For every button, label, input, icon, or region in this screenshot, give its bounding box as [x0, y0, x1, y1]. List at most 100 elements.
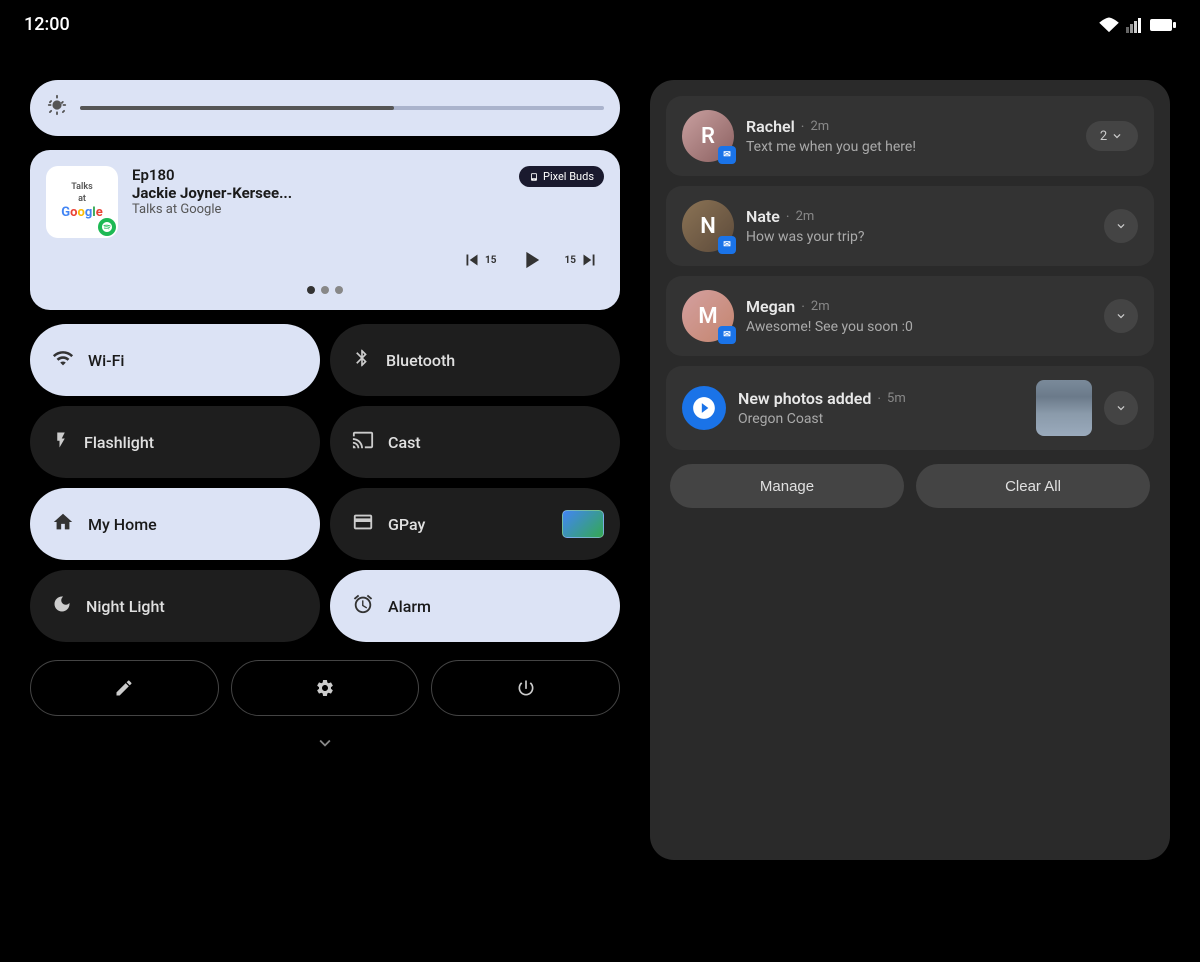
status-bar: 12:00: [0, 0, 1200, 43]
media-info: Ep180 Jackie Joyner-Kersee... Talks at G…: [132, 166, 505, 217]
notif-message-nate: How was your trip?: [746, 229, 1092, 245]
notifications-footer: Manage Clear All: [666, 464, 1154, 508]
cast-icon: [352, 429, 374, 456]
skip-forward-button[interactable]: 15: [565, 249, 600, 271]
photos-app-icon: [682, 386, 726, 430]
home-icon: [52, 511, 74, 538]
expand-photos-button[interactable]: [1104, 391, 1138, 425]
media-episode: Ep180: [132, 166, 505, 184]
notification-photos[interactable]: New photos added · 5m Oregon Coast: [666, 366, 1154, 450]
notif-name-rachel: Rachel: [746, 117, 795, 136]
main-container: Talksat Google Ep180 Jackie Joyner-Kerse…: [0, 60, 1200, 962]
gpay-icon: [352, 511, 374, 538]
expand-nate-button[interactable]: [1104, 209, 1138, 243]
alarm-icon: [352, 593, 374, 620]
gpay-card-visual: [562, 510, 604, 538]
notification-nate[interactable]: N ✉ Nate · 2m How was your trip?: [666, 186, 1154, 266]
nightlight-icon: [52, 593, 72, 620]
dot-3: [335, 286, 343, 294]
status-icons: [1098, 17, 1176, 33]
brightness-slider-row[interactable]: [30, 80, 620, 136]
alarm-label: Alarm: [388, 597, 431, 616]
device-label: Pixel Buds: [543, 170, 594, 183]
dot-1: [307, 286, 315, 294]
notif-name-nate: Nate: [746, 207, 780, 226]
quick-settings-panel: Talksat Google Ep180 Jackie Joyner-Kerse…: [30, 80, 620, 942]
notif-content-megan: Megan · 2m Awesome! See you soon :0: [746, 297, 1092, 335]
photo-waves-visual: [1036, 380, 1092, 436]
nightlight-label: Night Light: [86, 597, 165, 616]
avatar-megan: M ✉: [682, 290, 734, 342]
wifi-label: Wi-Fi: [88, 351, 125, 370]
tile-flashlight[interactable]: Flashlight: [30, 406, 320, 478]
expand-rachel-button[interactable]: 2: [1086, 121, 1138, 151]
brightness-icon: [46, 94, 68, 122]
status-time: 12:00: [24, 14, 70, 35]
play-pause-button[interactable]: [517, 246, 545, 274]
media-card[interactable]: Talksat Google Ep180 Jackie Joyner-Kerse…: [30, 150, 620, 310]
tile-nightlight[interactable]: Night Light: [30, 570, 320, 642]
settings-button[interactable]: [231, 660, 420, 716]
media-album-art: Talksat Google: [46, 166, 118, 238]
notif-time-megan: 2m: [811, 299, 830, 314]
gpay-label: GPay: [388, 515, 425, 534]
power-button[interactable]: [431, 660, 620, 716]
cast-label: Cast: [388, 433, 421, 452]
flashlight-label: Flashlight: [84, 433, 154, 452]
notif-header-megan: Megan · 2m: [746, 297, 1092, 316]
tile-cast[interactable]: Cast: [330, 406, 620, 478]
flashlight-icon: [52, 429, 70, 456]
bluetooth-icon: [352, 347, 372, 374]
tile-myhome[interactable]: My Home: [30, 488, 320, 560]
media-title: Jackie Joyner-Kersee...: [132, 184, 505, 202]
media-show: Talks at Google: [132, 202, 505, 217]
expand-megan-button[interactable]: [1104, 299, 1138, 333]
notif-time-nate: 2m: [796, 209, 815, 224]
tiles-grid: Wi-Fi Bluetooth Flashlight: [30, 324, 620, 642]
myhome-label: My Home: [88, 515, 157, 534]
manage-button[interactable]: Manage: [670, 464, 904, 508]
avatar-rachel: R ✉: [682, 110, 734, 162]
notif-content-rachel: Rachel · 2m Text me when you get here!: [746, 117, 1074, 155]
message-badge-nate: ✉: [718, 236, 736, 254]
brightness-track[interactable]: [80, 106, 604, 110]
notif-message-rachel: Text me when you get here!: [746, 139, 1074, 155]
notification-rachel[interactable]: R ✉ Rachel · 2m Text me when you get her…: [666, 96, 1154, 176]
photos-time: 5m: [887, 391, 906, 406]
notif-message-megan: Awesome! See you soon :0: [746, 319, 1092, 335]
skip-back-button[interactable]: 15: [461, 249, 496, 271]
tile-bluetooth[interactable]: Bluetooth: [330, 324, 620, 396]
spotify-badge: [98, 218, 116, 236]
bluetooth-label: Bluetooth: [386, 351, 455, 370]
notif-time-rachel: 2m: [810, 119, 829, 134]
notification-megan[interactable]: M ✉ Megan · 2m Awesome! See you soon :0: [666, 276, 1154, 356]
notif-header-rachel: Rachel · 2m: [746, 117, 1074, 136]
avatar-nate: N ✉: [682, 200, 734, 252]
brightness-fill: [80, 106, 394, 110]
photos-thumbnail: [1036, 380, 1092, 436]
media-device-badge[interactable]: Pixel Buds: [519, 166, 604, 187]
media-top: Talksat Google Ep180 Jackie Joyner-Kerse…: [46, 166, 604, 238]
notif-header-photos: New photos added · 5m: [738, 389, 1024, 408]
notif-name-megan: Megan: [746, 297, 795, 316]
expand-chevron[interactable]: [30, 732, 620, 759]
message-badge-rachel: ✉: [718, 146, 736, 164]
notif-content-nate: Nate · 2m How was your trip?: [746, 207, 1092, 245]
photos-title: New photos added: [738, 389, 871, 408]
edit-button[interactable]: [30, 660, 219, 716]
bottom-actions: [30, 660, 620, 716]
media-page-dots: [46, 286, 604, 294]
tile-wifi[interactable]: Wi-Fi: [30, 324, 320, 396]
battery-icon: [1150, 17, 1176, 33]
wifi-status-icon: [1098, 17, 1120, 33]
media-controls: 15 15: [46, 246, 604, 274]
tile-alarm[interactable]: Alarm: [330, 570, 620, 642]
photos-subtitle: Oregon Coast: [738, 411, 1024, 427]
notifications-panel: R ✉ Rachel · 2m Text me when you get her…: [650, 80, 1170, 860]
notif-header-nate: Nate · 2m: [746, 207, 1092, 226]
clear-all-button[interactable]: Clear All: [916, 464, 1150, 508]
tile-gpay[interactable]: GPay: [330, 488, 620, 560]
message-badge-megan: ✉: [718, 326, 736, 344]
signal-icon: [1126, 17, 1144, 33]
notif-content-photos: New photos added · 5m Oregon Coast: [738, 389, 1024, 427]
